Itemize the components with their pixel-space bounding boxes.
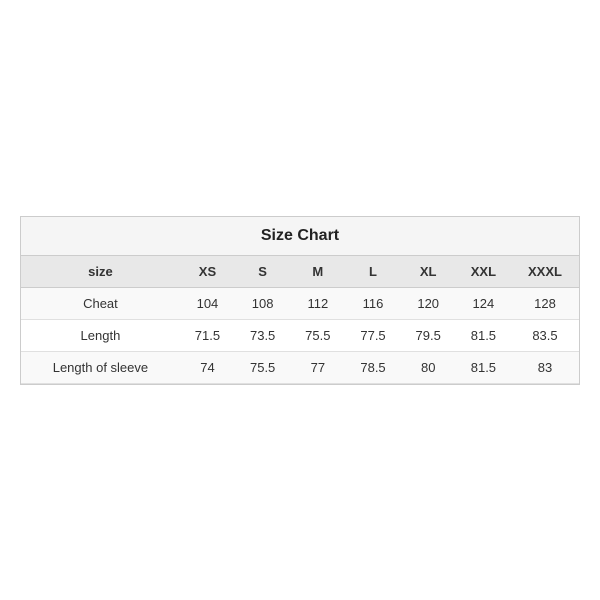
row-0-col-5: 124 (456, 287, 511, 319)
row-0-col-0: 104 (180, 287, 235, 319)
row-0-label: Cheat (21, 287, 180, 319)
size-table: sizeXSSMLXLXXLXXXL Cheat1041081121161201… (21, 256, 579, 384)
header-l: L (345, 256, 400, 288)
row-0-col-2: 112 (290, 287, 345, 319)
row-1-col-2: 75.5 (290, 319, 345, 351)
header-s: S (235, 256, 290, 288)
header-xl: XL (401, 256, 456, 288)
row-2-col-5: 81.5 (456, 351, 511, 383)
row-0-col-6: 128 (511, 287, 579, 319)
row-1-col-6: 83.5 (511, 319, 579, 351)
header-xxxl: XXXL (511, 256, 579, 288)
row-1-col-4: 79.5 (401, 319, 456, 351)
size-chart-container: Size Chart sizeXSSMLXLXXLXXXL Cheat10410… (20, 216, 580, 385)
header-m: M (290, 256, 345, 288)
row-1-col-0: 71.5 (180, 319, 235, 351)
row-2-col-4: 80 (401, 351, 456, 383)
row-2-col-1: 75.5 (235, 351, 290, 383)
header-xs: XS (180, 256, 235, 288)
chart-title: Size Chart (261, 227, 339, 244)
row-2-label: Length of sleeve (21, 351, 180, 383)
table-row: Length71.573.575.577.579.581.583.5 (21, 319, 579, 351)
header-row: sizeXSSMLXLXXLXXXL (21, 256, 579, 288)
row-1-col-1: 73.5 (235, 319, 290, 351)
table-header: sizeXSSMLXLXXLXXXL (21, 256, 579, 288)
row-1-label: Length (21, 319, 180, 351)
row-2-col-6: 83 (511, 351, 579, 383)
row-0-col-1: 108 (235, 287, 290, 319)
row-1-col-3: 77.5 (345, 319, 400, 351)
row-2-col-0: 74 (180, 351, 235, 383)
chart-title-row: Size Chart (21, 217, 579, 256)
table-row: Cheat104108112116120124128 (21, 287, 579, 319)
row-1-col-5: 81.5 (456, 319, 511, 351)
table-row: Length of sleeve7475.57778.58081.583 (21, 351, 579, 383)
header-size-label: size (21, 256, 180, 288)
row-0-col-3: 116 (345, 287, 400, 319)
table-body: Cheat104108112116120124128Length71.573.5… (21, 287, 579, 383)
row-0-col-4: 120 (401, 287, 456, 319)
header-xxl: XXL (456, 256, 511, 288)
row-2-col-2: 77 (290, 351, 345, 383)
row-2-col-3: 78.5 (345, 351, 400, 383)
